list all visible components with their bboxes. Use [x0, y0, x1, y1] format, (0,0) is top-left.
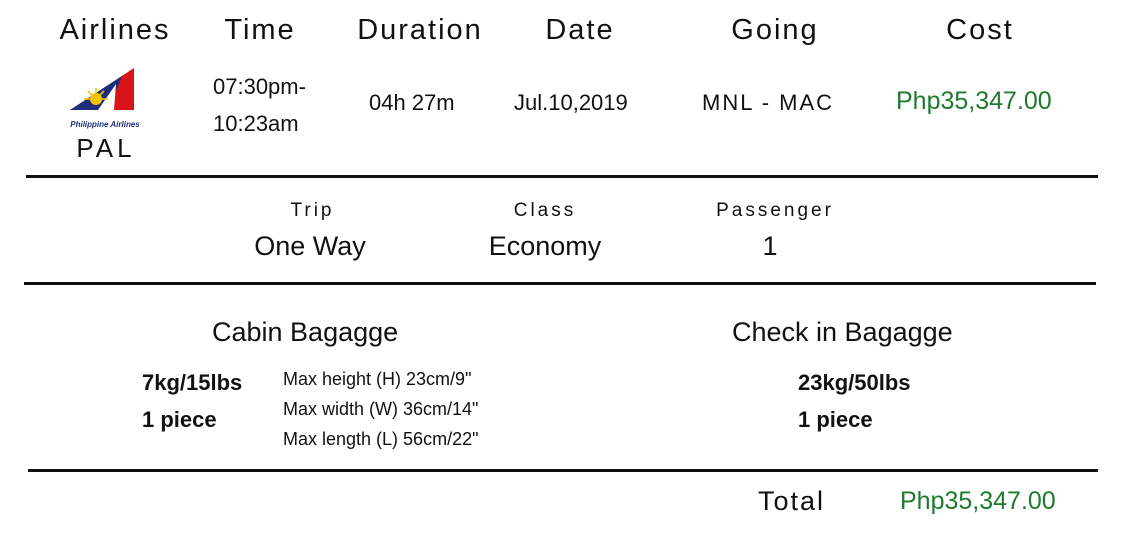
flight-cost: Php35,347.00: [896, 87, 1052, 115]
class-label: Class: [513, 200, 577, 221]
cabin-max-height: Max height (H) 23cm/9": [283, 369, 472, 389]
flight-route: MNL - MAC: [702, 90, 835, 115]
checkin-baggage-pieces: 1 piece: [798, 407, 873, 432]
cabin-baggage-pieces: 1 piece: [142, 407, 217, 432]
divider-middle: [24, 282, 1096, 285]
cabin-max-width: Max width (W) 36cm/14": [283, 399, 479, 419]
header-going: Going: [731, 14, 819, 46]
airline-logo: Philippine Airlines: [62, 64, 148, 129]
divider-bottom: [28, 469, 1098, 472]
checkin-baggage-title: Check in Bagagge: [732, 317, 953, 347]
class-value: Economy: [488, 231, 602, 261]
passenger-label: Passenger: [716, 200, 834, 221]
flight-time-start: 07:30pm-: [213, 74, 306, 99]
checkin-baggage-weight: 23kg/50lbs: [798, 370, 911, 395]
philippine-airlines-logo-icon: [70, 68, 134, 110]
flight-duration: 04h 27m: [369, 90, 455, 115]
header-airlines: Airlines: [59, 14, 171, 46]
total-value: Php35,347.00: [900, 487, 1056, 515]
header-cost: Cost: [946, 14, 1014, 46]
passenger-value: 1: [762, 231, 778, 261]
header-time: Time: [224, 14, 296, 46]
trip-value: One Way: [254, 231, 366, 261]
total-label: Total: [758, 486, 826, 516]
logo-caption: Philippine Airlines: [70, 120, 140, 129]
divider-top: [26, 175, 1098, 178]
flight-date: Jul.10,2019: [514, 90, 628, 115]
flight-time-end: 10:23am: [213, 111, 299, 136]
header-duration: Duration: [357, 14, 483, 46]
cabin-max-length: Max length (L) 56cm/22": [283, 429, 479, 449]
airline-code: PAL: [76, 133, 136, 163]
cabin-baggage-weight: 7kg/15lbs: [142, 370, 243, 395]
trip-label: Trip: [290, 200, 335, 221]
cabin-baggage-title: Cabin Bagagge: [212, 317, 399, 347]
header-date: Date: [545, 14, 615, 46]
